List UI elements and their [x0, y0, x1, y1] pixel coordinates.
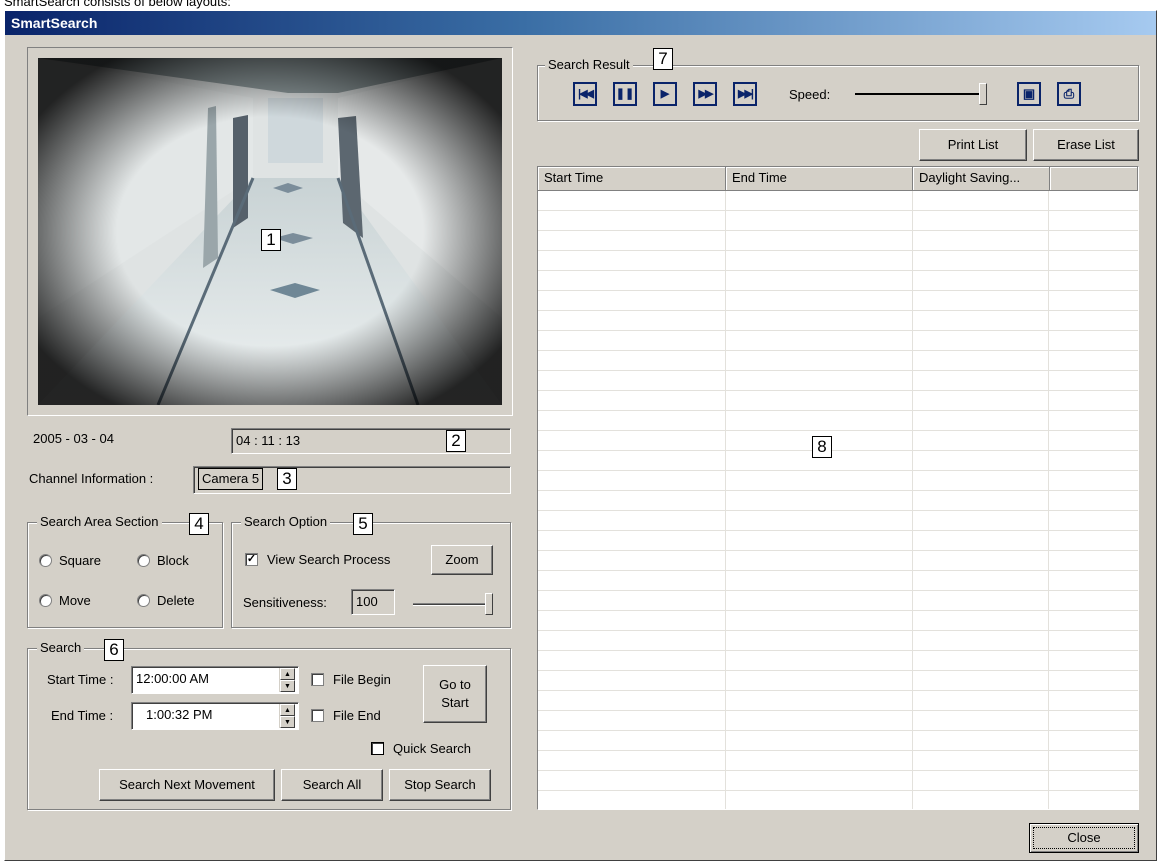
- column-end-time[interactable]: End Time: [726, 167, 913, 190]
- video-date: 2005 - 03 - 04: [33, 431, 114, 446]
- callout-6: 6: [104, 639, 124, 661]
- close-button-label: Close: [1033, 827, 1135, 849]
- radio-delete-label: Delete: [157, 593, 195, 608]
- callout-8: 8: [812, 436, 832, 458]
- smartsearch-window: SmartSearch 1 2005 - 03 - 04 04: 11: 1…: [4, 10, 1157, 861]
- stop-search-button[interactable]: Stop Search: [389, 769, 491, 801]
- search-result-legend: Search Result: [545, 57, 633, 73]
- start-time-label: Start Time :: [47, 672, 114, 687]
- callout-3: 3: [277, 468, 297, 490]
- quick-search-checkbox[interactable]: [371, 742, 384, 755]
- callout-7: 7: [653, 48, 673, 70]
- erase-list-button[interactable]: Erase List: [1033, 129, 1139, 161]
- sensitiveness-value[interactable]: 100: [351, 589, 395, 615]
- zoom-button[interactable]: Zoom: [431, 545, 493, 575]
- radio-square[interactable]: [39, 554, 52, 567]
- end-time-label: End Time :: [51, 708, 114, 723]
- callout-4: 4: [189, 513, 209, 535]
- close-button[interactable]: Close: [1029, 823, 1139, 853]
- sensitiveness-label: Sensitiveness:: [243, 595, 327, 610]
- radio-square-label: Square: [59, 553, 101, 568]
- save-icon[interactable]: ▣: [1017, 82, 1041, 106]
- file-end-label: File End: [333, 708, 381, 723]
- file-begin-checkbox[interactable]: [311, 673, 324, 686]
- start-time-spinner[interactable]: ▲ ▼: [279, 668, 295, 692]
- pause-icon[interactable]: ❚❚: [613, 82, 637, 106]
- sensitiveness-thumb[interactable]: [485, 593, 493, 615]
- start-time-input[interactable]: 12:00:00 AM: [131, 666, 299, 694]
- search-all-button[interactable]: Search All: [281, 769, 383, 801]
- channel-information-label: Channel Information :: [29, 471, 154, 486]
- page-caption: SmartSearch consists of below layouts:: [4, 0, 231, 9]
- radio-move[interactable]: [39, 594, 52, 607]
- view-search-process-checkbox[interactable]: ✓: [245, 553, 258, 566]
- speed-label: Speed:: [789, 87, 831, 102]
- list-body[interactable]: [538, 191, 1138, 809]
- search-next-movement-button[interactable]: Search Next Movement: [99, 769, 275, 801]
- search-option-legend: Search Option: [241, 514, 331, 530]
- search-legend: Search: [37, 640, 85, 656]
- channel-information-field: Camera 5: [193, 466, 511, 494]
- callout-2: 2: [446, 430, 466, 452]
- search-result-list[interactable]: Start Time End Time Daylight Saving...: [537, 166, 1139, 810]
- quick-search-label: Quick Search: [393, 741, 472, 756]
- column-extra[interactable]: [1050, 167, 1138, 190]
- speed-slider[interactable]: [855, 83, 987, 105]
- print-list-button[interactable]: Print List: [919, 129, 1027, 161]
- radio-block[interactable]: [137, 554, 150, 567]
- search-area-group: [27, 522, 223, 628]
- channel-information-value: Camera 5: [198, 468, 264, 490]
- window-title: SmartSearch: [11, 15, 98, 31]
- title-bar[interactable]: SmartSearch: [5, 11, 1156, 35]
- column-start-time[interactable]: Start Time: [538, 167, 726, 190]
- list-header: Start Time End Time Daylight Saving...: [538, 167, 1138, 191]
- file-begin-label: File Begin: [333, 672, 391, 687]
- column-daylight-saving[interactable]: Daylight Saving...: [913, 167, 1050, 190]
- end-time-input[interactable]: 1:00:32 PM: [131, 702, 299, 730]
- skip-forward-icon[interactable]: ▶▶|: [733, 82, 757, 106]
- search-area-legend: Search Area Section: [37, 514, 162, 530]
- radio-move-label: Move: [59, 593, 91, 608]
- skip-back-icon[interactable]: |◀◀: [573, 82, 597, 106]
- speed-thumb[interactable]: [979, 83, 987, 105]
- video-time-display: 04 : 11 : 13: [231, 428, 511, 454]
- play-icon[interactable]: ▶: [653, 82, 677, 106]
- fast-forward-icon[interactable]: ▶▶: [693, 82, 717, 106]
- radio-delete[interactable]: [137, 594, 150, 607]
- callout-5: 5: [353, 513, 373, 535]
- radio-block-label: Block: [157, 553, 189, 568]
- print-icon[interactable]: ⎙: [1057, 82, 1081, 106]
- end-time-spinner[interactable]: ▲ ▼: [279, 704, 295, 728]
- file-end-checkbox[interactable]: [311, 709, 324, 722]
- go-to-start-button[interactable]: Go to Start: [423, 665, 487, 723]
- view-search-process-label: View Search Process: [267, 552, 391, 567]
- callout-1: 1: [261, 229, 281, 251]
- sensitiveness-slider[interactable]: [413, 593, 493, 615]
